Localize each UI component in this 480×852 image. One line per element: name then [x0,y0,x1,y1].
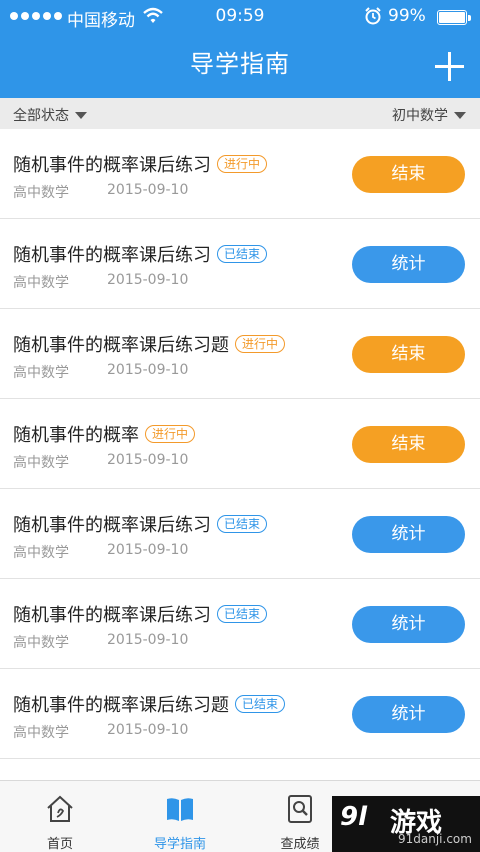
item-date: 2015-09-10 [107,632,189,648]
item-title: 随机事件的概率课后练习 [13,515,211,536]
app-header: 中国移动 09:59 99% 导学指南 [0,0,480,98]
item-title: 随机事件的概率课后练习 [13,245,211,266]
tab-guide[interactable]: 导学指南 [120,781,240,852]
filter-bar: 全部状态 初中数学 [0,98,480,129]
page-title: 导学指南 [190,50,290,78]
battery-percent: 99% [388,6,426,26]
list-item[interactable]: 随机事件的概率课后练习题 进行中 高中数学 2015-09-10 结束 [0,309,480,399]
list-item[interactable]: 随机事件的概率课后练习题 已结束 高中数学 2015-09-10 统计 [0,669,480,759]
item-subject: 高中数学 [13,275,69,291]
stats-button[interactable]: 统计 [352,516,465,553]
guide-list: 随机事件的概率课后练习 进行中 高中数学 2015-09-10 结束 随机事件的… [0,129,480,759]
list-item[interactable]: 随机事件的概率课后练习 已结束 高中数学 2015-09-10 统计 [0,489,480,579]
status-filter-label: 全部状态 [13,108,69,124]
end-button[interactable]: 结束 [352,426,465,463]
item-subject: 高中数学 [13,455,69,471]
item-date: 2015-09-10 [107,182,189,198]
stats-button[interactable]: 统计 [352,696,465,733]
alarm-icon [365,7,381,25]
item-title: 随机事件的概率 [13,425,139,446]
watermark: 9l 游戏 91danji.com [332,796,480,852]
subject-filter-label: 初中数学 [392,108,448,124]
end-button[interactable]: 结束 [352,156,465,193]
item-title: 随机事件的概率课后练习 [13,155,211,176]
watermark-url: 91danji.com [398,832,472,846]
tab-home[interactable]: 首页 [0,781,120,852]
status-badge: 已结束 [235,695,286,713]
home-icon [47,795,73,822]
end-button[interactable]: 结束 [352,336,465,373]
status-bar: 中国移动 09:59 99% [0,0,480,34]
caret-down-icon [75,111,87,119]
stats-button[interactable]: 统计 [352,246,465,283]
item-subject: 高中数学 [13,725,69,741]
tab-home-label: 首页 [46,837,73,852]
list-item[interactable]: 随机事件的概率课后练习 已结束 高中数学 2015-09-10 统计 [0,219,480,309]
status-badge: 进行中 [145,425,196,443]
list-item[interactable]: 随机事件的概率课后练习 已结束 高中数学 2015-09-10 统计 [0,579,480,669]
battery-icon [437,10,467,25]
item-subject: 高中数学 [13,635,69,651]
item-title: 随机事件的概率课后练习题 [13,335,229,356]
item-subject: 高中数学 [13,365,69,381]
status-filter-dropdown[interactable]: 全部状态 [13,105,87,125]
status-badge: 进行中 [235,335,286,353]
watermark-logo: 9l [340,802,368,832]
add-button[interactable] [430,46,470,86]
item-date: 2015-09-10 [107,722,189,738]
stats-button[interactable]: 统计 [352,606,465,643]
status-badge: 已结束 [217,515,268,533]
item-title: 随机事件的概率课后练习 [13,605,211,626]
item-date: 2015-09-10 [107,362,189,378]
tab-guide-label: 导学指南 [153,837,206,852]
search-score-icon [288,795,312,823]
status-badge: 已结束 [217,605,268,623]
status-badge: 已结束 [217,245,268,263]
item-date: 2015-09-10 [107,542,189,558]
item-title: 随机事件的概率课后练习题 [13,695,229,716]
item-subject: 高中数学 [13,545,69,561]
caret-down-icon [454,111,466,119]
subject-filter-dropdown[interactable]: 初中数学 [392,105,466,125]
list-item[interactable]: 随机事件的概率 进行中 高中数学 2015-09-10 结束 [0,399,480,489]
book-icon [167,798,193,821]
item-date: 2015-09-10 [107,272,189,288]
item-date: 2015-09-10 [107,452,189,468]
status-badge: 进行中 [217,155,268,173]
list-item[interactable]: 随机事件的概率课后练习 进行中 高中数学 2015-09-10 结束 [0,129,480,219]
item-subject: 高中数学 [13,185,69,201]
